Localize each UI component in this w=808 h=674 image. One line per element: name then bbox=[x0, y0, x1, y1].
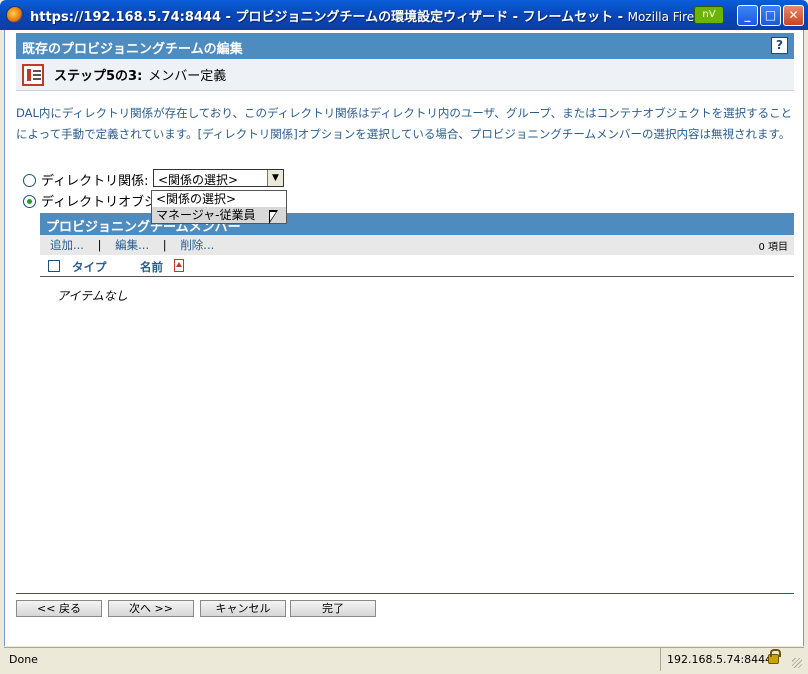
lock-icon[interactable] bbox=[768, 649, 781, 664]
directory-relationship-radio[interactable] bbox=[23, 174, 36, 187]
firefox-icon bbox=[6, 6, 24, 24]
add-member-link[interactable]: 追加... bbox=[50, 238, 84, 252]
window-title: https://192.168.5.74:8444 - プロビジョニングチームの… bbox=[30, 9, 713, 25]
delete-member-link[interactable]: 削除... bbox=[180, 238, 214, 252]
status-host: 192.168.5.74:8444 bbox=[660, 648, 772, 671]
step-bar: ステップ5の3: メンバー定義 bbox=[16, 59, 794, 91]
back-button[interactable]: << 戻る bbox=[16, 600, 102, 617]
step-description: DAL内にディレクトリ関係が存在しており、このディレクトリ関係はディレクトリ内の… bbox=[16, 106, 793, 141]
chevron-down-icon[interactable]: ▼ bbox=[267, 170, 283, 186]
empty-list-message: アイテムなし bbox=[57, 289, 128, 303]
dropdown-option-manager-employee[interactable]: マネージャ-従業員 bbox=[152, 207, 286, 223]
window-titlebar: https://192.168.5.74:8444 - プロビジョニングチームの… bbox=[0, 0, 808, 30]
sort-ascending-icon[interactable] bbox=[174, 259, 184, 272]
resize-grip-icon[interactable] bbox=[792, 658, 802, 668]
maximize-button[interactable]: □ bbox=[760, 5, 781, 26]
column-name-header[interactable]: 名前 bbox=[140, 259, 163, 275]
directory-relationship-label: ディレクトリ関係: bbox=[41, 174, 149, 189]
page-content: 既存のプロビジョニングチームの編集 ? ステップ5の3: メンバー定義 DAL内… bbox=[4, 30, 804, 646]
members-table-header: タイプ 名前 bbox=[40, 255, 794, 277]
nvidia-icon: nV bbox=[694, 6, 724, 24]
edit-member-link[interactable]: 編集... bbox=[115, 238, 149, 252]
page-title: 既存のプロビジョニングチームの編集 bbox=[22, 42, 243, 57]
footer-divider bbox=[16, 593, 794, 594]
toolbar-separator: | bbox=[97, 238, 102, 252]
close-window-button[interactable]: ✕ bbox=[783, 5, 804, 26]
step-name: メンバー定義 bbox=[148, 69, 227, 84]
minimize-button[interactable]: _ bbox=[737, 5, 758, 26]
relationship-select-value: <関係の選択> bbox=[158, 173, 239, 187]
status-bar: Done 192.168.5.74:8444 bbox=[4, 647, 804, 671]
item-count: 0 項目 bbox=[758, 242, 788, 253]
window-title-text: https://192.168.5.74:8444 - プロビジョニングチームの… bbox=[30, 9, 614, 25]
step-label: ステップ5の3: bbox=[54, 69, 143, 84]
column-type-header[interactable]: タイプ bbox=[72, 259, 107, 275]
relationship-dropdown-list: <関係の選択> マネージャ-従業員 bbox=[151, 190, 287, 224]
next-button[interactable]: 次へ >> bbox=[108, 600, 194, 617]
cancel-button[interactable]: キャンセル bbox=[200, 600, 286, 617]
directory-objects-radio[interactable] bbox=[23, 195, 36, 208]
mouse-cursor-icon bbox=[269, 210, 278, 224]
wizard-step-icon bbox=[22, 63, 44, 86]
help-icon[interactable]: ? bbox=[771, 37, 788, 54]
relationship-select[interactable]: <関係の選択> ▼ bbox=[153, 169, 284, 187]
select-all-checkbox[interactable] bbox=[48, 260, 60, 272]
toolbar-separator: | bbox=[162, 238, 167, 252]
finish-button[interactable]: 完了 bbox=[290, 600, 376, 617]
dropdown-option[interactable]: <関係の選択> bbox=[152, 191, 286, 207]
status-text: Done bbox=[9, 653, 38, 666]
members-toolbar: 追加... | 編集... | 削除... 0 項目 bbox=[40, 235, 794, 255]
page-header: 既存のプロビジョニングチームの編集 ? bbox=[16, 33, 794, 59]
